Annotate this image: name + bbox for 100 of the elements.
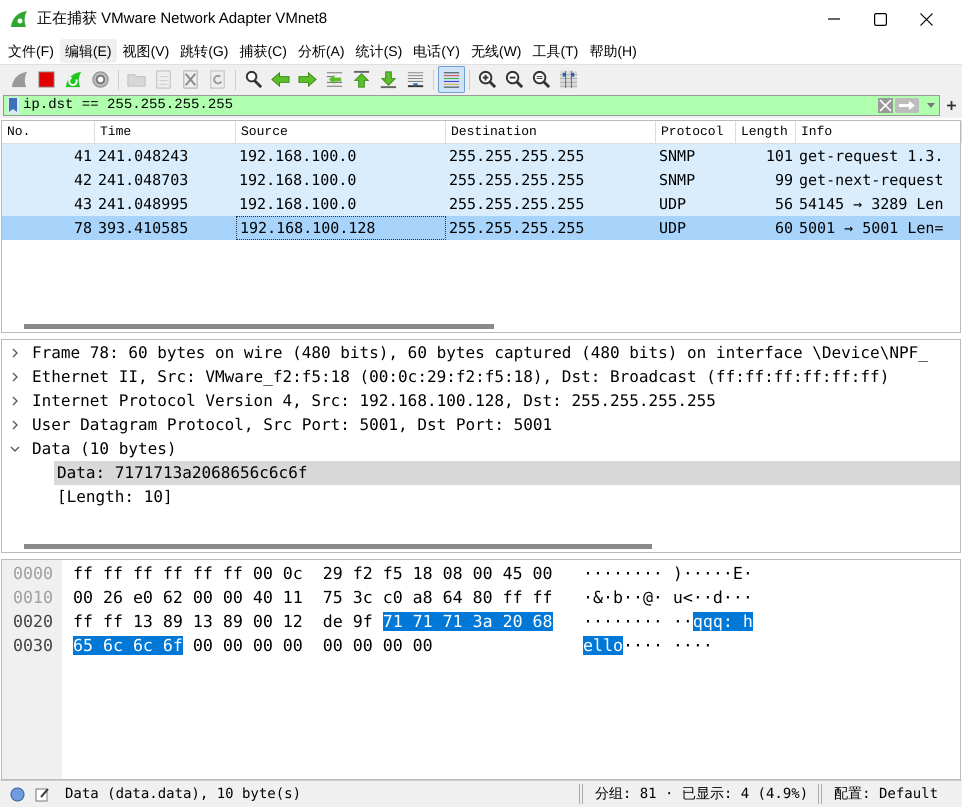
up-arrow-icon [351,69,372,90]
table-cell-text: 255.255.255.255 [448,170,586,191]
hex-bytes: ff ff 13 89 13 89 00 12 de 9f 71 71 71 3a 20 68 [73,610,554,633]
maximize-icon[interactable] [874,12,887,26]
chevron-right-icon[interactable] [10,420,20,430]
filter-bar[interactable]: ip.dst == 255.255.255.255 [3,94,940,116]
bookmark-icon[interactable] [7,96,19,114]
profile-label[interactable]: 配置: Default [834,784,938,804]
plus-icon[interactable] [947,100,956,110]
column-header[interactable]: Destination [446,121,656,143]
stop-square-icon [36,69,57,90]
column-header[interactable]: Length [736,121,796,143]
chevron-right-icon[interactable] [10,396,20,406]
table-cell-text: 41 [72,146,93,167]
menu-item[interactable]: 分析(A) [292,39,350,63]
tree-item[interactable]: Internet Protocol Version 4, Src: 192.168.100.128, Dst: 255.255.255.255 [32,389,718,413]
line-offset: 0020 [12,610,54,633]
column-header[interactable]: Source [236,121,446,143]
ascii-text: ········ ··qqq: h [583,610,753,633]
line-offset: 0000 [12,562,54,585]
ascii-text: ········ )·····E· [583,562,753,585]
search-icon [243,69,264,90]
table-cell-text: 43 [72,194,93,215]
table-cell-text: get-request 1.3. [798,146,944,167]
restart-fin-icon [63,69,84,90]
table-cell-text: 192.168.100.0 [238,170,358,191]
table-cell-text: 241.048995 [97,194,190,215]
chevron-down-icon[interactable] [10,444,20,454]
menu-item[interactable]: 电话(Y) [408,39,465,63]
window-title: 正在捕获 VMware Network Adapter VMnet8 [37,8,328,29]
menu-item[interactable]: 编辑(E) [60,39,117,63]
table-cell-text: 255.255.255.255 [448,194,586,215]
table-cell-text: 192.168.100.0 [238,194,358,215]
line-offset: 0030 [12,634,54,657]
menu-item[interactable]: 捕获(C) [234,39,292,63]
resize-columns-icon [558,69,579,90]
column-header[interactable]: No. [2,121,95,143]
table-cell-text: 241.048703 [97,170,190,191]
tree-item[interactable]: Data: 7171713a2068656c6c6f [54,461,960,485]
table-cell-text: SNMP [658,170,696,191]
column-header[interactable]: Protocol [656,121,736,143]
chevron-right-icon[interactable] [10,372,20,382]
ascii-text: ello···· ···· [583,634,713,657]
packet-row[interactable]: 78 393.410585 192.168.100.128 255.255.255.255 UDP 60 5001 → 5001 Len= [2,216,960,240]
table-cell-text: UDP [658,194,688,215]
tree-item[interactable]: User Datagram Protocol, Src Port: 5001, Dst Port: 5001 [32,413,554,437]
hex-bytes: 00 26 e0 62 00 00 40 11 75 3c c0 a8 64 80 ff ff [73,586,554,609]
table-cell-text: 60 [774,218,794,239]
table-cell-text: SNMP [658,146,696,167]
gear-icon [90,69,111,90]
menu-item[interactable]: 无线(W) [466,39,526,63]
clear-filter-icon[interactable] [878,98,893,112]
table-cell-text: UDP [658,218,688,239]
table-cell-text: 255.255.255.255 [448,146,586,167]
table-cell-text: 255.255.255.255 [448,218,586,239]
table-cell-text: 56 [774,194,794,215]
table-cell-text: 42 [72,170,93,191]
tree-item[interactable]: Data (10 bytes) [32,437,178,461]
packet-count: 分组: 81 · 已显示: 4 (4.9%) [594,784,808,804]
table-cell-text: 241.048243 [97,146,190,167]
status-circle-icon[interactable] [10,786,25,802]
close-icon[interactable] [920,12,933,26]
packet-row[interactable]: 41 241.048243 192.168.100.0 255.255.255.255 SNMP 101 get-request 1.3. [2,144,960,168]
menu-item[interactable]: 跳转(G) [175,39,234,63]
hex-bytes: 65 6c 6c 6f 00 00 00 00 00 00 00 00 [73,634,434,657]
packet-row[interactable]: 42 241.048703 192.168.100.0 255.255.255.255 SNMP 99 get-next-request [2,168,960,192]
down-arrow-icon [378,69,399,90]
zoom-reset-icon [531,69,552,90]
left-arrow-icon [270,69,291,90]
shark-fin-icon [9,69,30,90]
ascii-text: ·&·b··@· u<··d··· [583,586,753,609]
dropdown-caret-icon[interactable] [927,102,935,108]
edit-note-icon[interactable] [35,786,50,802]
chevron-right-icon[interactable] [10,348,20,358]
zoom-in-icon [477,69,498,90]
tree-item[interactable]: Frame 78: 60 bytes on wire (480 bits), 60 bytes captured (480 bits) on interface \Device\NPF_ [32,341,930,365]
table-cell-text: 192.168.100.0 [238,146,358,167]
menu-item[interactable]: 视图(V) [118,39,174,63]
table-cell: 192.168.100.128 [236,216,446,240]
column-header[interactable]: Info [796,121,962,143]
line-offset: 0010 [12,586,54,609]
menu-item[interactable]: 帮助(H) [584,39,642,63]
field-info: Data (data.data), 10 byte(s) [65,784,302,804]
tree-item[interactable]: Ethernet II, Src: VMware_f2:f5:18 (00:0c:29:f2:f5:18), Dst: Broadcast (ff:ff:ff:ff:ff:ff) [32,365,892,389]
menu-item[interactable]: 文件(F) [3,39,59,63]
table-cell-text: 5001 → 5001 Len= [798,218,944,239]
table-cell-text: 99 [774,170,794,191]
table-cell-text: 393.410585 [97,218,190,239]
table-cell-text: get-next-request [798,170,944,191]
toolbar-button[interactable] [438,66,465,93]
fin-logo-icon [9,9,29,29]
table-cell-text: 78 [72,218,93,239]
menu-item[interactable]: 统计(S) [350,39,408,63]
column-header[interactable]: Time [95,121,236,143]
hex-bytes: ff ff ff ff ff ff 00 0c 29 f2 f5 18 08 00 45 00 [73,562,554,585]
tree-item[interactable]: [Length: 10] [54,485,176,509]
table-cell-text: 101 [764,146,794,167]
packet-row[interactable]: 43 241.048995 192.168.100.0 255.255.255.255 UDP 56 54145 → 3289 Len [2,192,960,216]
menu-item[interactable]: 工具(T) [527,39,584,63]
right-arrow-icon [297,69,318,90]
